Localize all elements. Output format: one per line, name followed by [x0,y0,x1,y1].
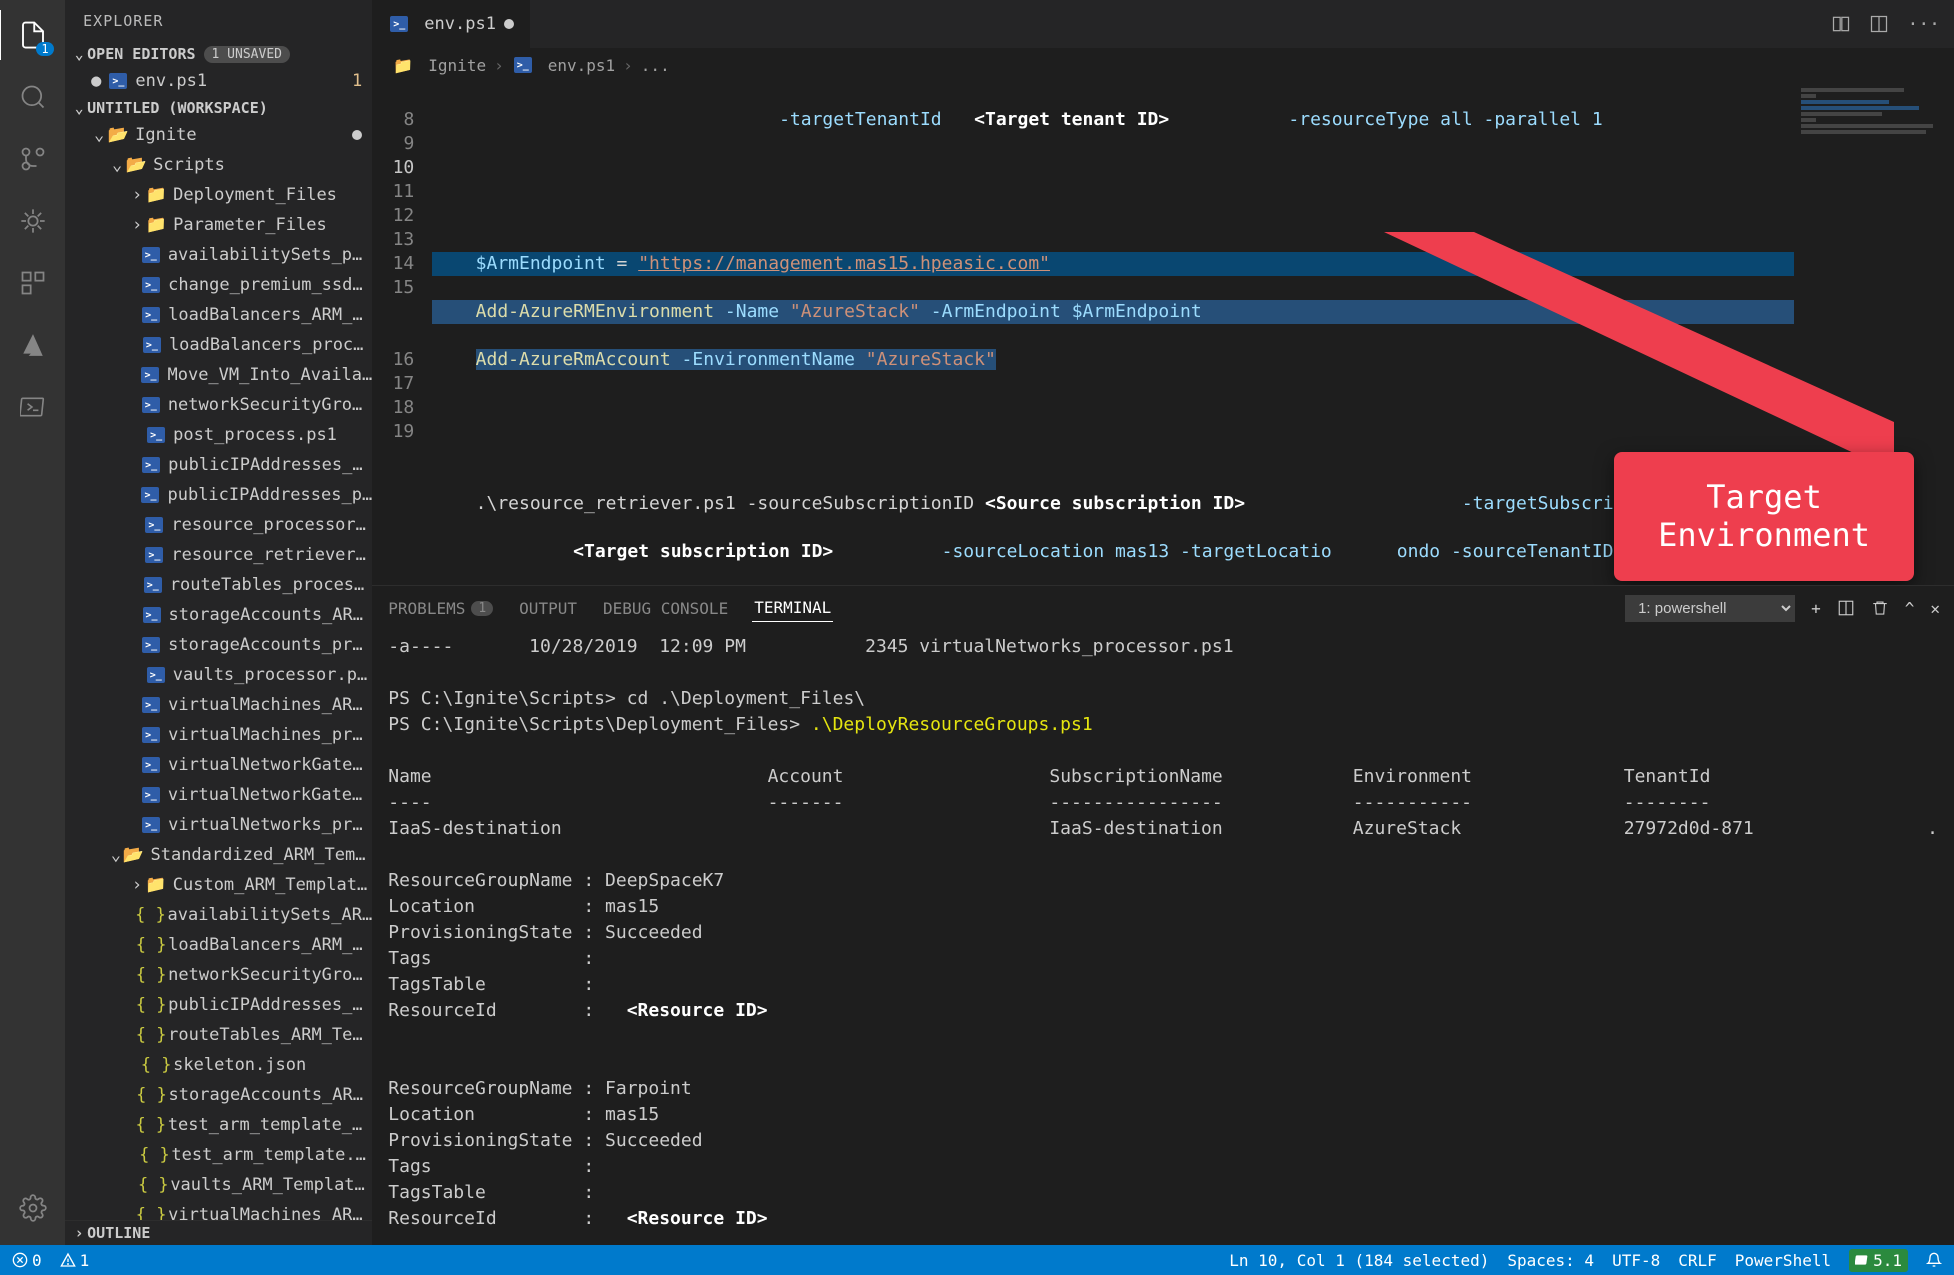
debug-icon[interactable] [8,196,58,246]
file-item[interactable]: >_virtualMachines_processor.ps1 [65,720,372,750]
file-item[interactable]: >_virtualMachines_ARM_Templa... [65,690,372,720]
status-language[interactable]: PowerShell [1735,1251,1831,1270]
more-icon[interactable]: ··· [1907,14,1940,35]
open-editor-file[interactable]: ● >_ env.ps1 1 [65,66,372,96]
extensions-icon[interactable] [8,258,58,308]
file-tree: ⌄📂 Ignite ⌄📂 Scripts ›📁 Deployment_Files… [65,120,372,1220]
modified-indicator [352,130,362,140]
activity-bar: 1 [0,0,65,1245]
code-editor[interactable]: 8910111213141516171819 -targetTenantId <… [372,82,1954,585]
file-item[interactable]: { }vaults_ARM_Template.json [65,1170,372,1200]
file-item[interactable]: >_networkSecurityGroups_proce... [65,390,372,420]
file-item[interactable]: >_loadBalancers_ARM_Template... [65,300,372,330]
maximize-panel-icon[interactable]: ^ [1905,599,1915,618]
tab-bar: >_ env.ps1 ··· [372,0,1954,48]
file-item[interactable]: { }availabilitySets_ARM_Templat... [65,900,372,930]
workspace-header[interactable]: ⌄ UNTITLED (WORKSPACE) [65,96,372,120]
outline-header[interactable]: › OUTLINE [65,1220,372,1245]
file-item[interactable]: { }loadBalancers_ARM_Template... [65,930,372,960]
explorer-title: EXPLORER [65,0,372,42]
file-item[interactable]: >_virtualNetworkGateways_proc... [65,780,372,810]
powershell-activity-icon[interactable] [8,382,58,432]
folder-scripts[interactable]: ⌄📂 Scripts [65,150,372,180]
file-item[interactable]: >_change_premium_ssd_to_stan... [65,270,372,300]
status-ext[interactable]: 5.1 [1849,1249,1908,1272]
file-item[interactable]: >_storageAccounts_processor.ps1 [65,630,372,660]
file-item[interactable]: >_resource_retriever.ps1 [65,540,372,570]
status-notifications-icon[interactable] [1926,1252,1942,1268]
file-item[interactable]: >_storageAccounts_ARM_Templ... [65,600,372,630]
file-item[interactable]: >_publicIPAddresses_processor.... [65,480,372,510]
file-item[interactable]: >_virtualNetworkGateways_ARM... [65,750,372,780]
unsaved-dot-icon [504,19,514,29]
file-item[interactable]: >_post_process.ps1 [65,420,372,450]
file-item[interactable]: { }routeTables_ARM_Template.json [65,1020,372,1050]
status-spaces[interactable]: Spaces: 4 [1507,1251,1594,1270]
search-icon[interactable] [8,72,58,122]
tab-output[interactable]: OUTPUT [517,595,579,622]
file-item[interactable]: >_Move_VM_Into_AvailabilitySet... [65,360,372,390]
folder-custom[interactable]: ›📁 Custom_ARM_Templates [65,870,372,900]
file-item[interactable]: { }test_arm_template.json [65,1140,372,1170]
file-item[interactable]: >_loadBalancers_processor.ps1 [65,330,372,360]
file-item[interactable]: { }storageAccounts_ARM_Templ... [65,1080,372,1110]
explorer-icon[interactable]: 1 [8,10,58,60]
status-errors[interactable]: 0 [12,1251,42,1270]
file-item[interactable]: { }publicIPAddresses_ARM_Temp... [65,990,372,1020]
explorer-badge: 1 [36,42,53,56]
status-encoding[interactable]: UTF-8 [1612,1251,1660,1270]
file-item[interactable]: { }networkSecurityGroups_ARM_... [65,960,372,990]
compare-icon[interactable] [1831,14,1851,34]
open-editors-header[interactable]: ⌄ OPEN EDITORS 1 UNSAVED [65,42,372,66]
file-item[interactable]: >_vaults_processor.ps1 [65,660,372,690]
split-terminal-icon[interactable] [1837,599,1855,617]
azure-icon[interactable] [8,320,58,370]
folder-parameter[interactable]: ›📁 Parameter_Files [65,210,372,240]
file-item[interactable]: >_publicIPAddresses_ARM_Temp... [65,450,372,480]
folder-deployment[interactable]: ›📁 Deployment_Files [65,180,372,210]
file-item[interactable]: >_availabilitySets_processor.ps1 [65,240,372,270]
settings-gear-icon[interactable] [8,1183,58,1233]
panel-tabs: PROBLEMS1 OUTPUT DEBUG CONSOLE TERMINAL … [372,586,1954,630]
status-warnings[interactable]: 1 [60,1251,90,1270]
folder-standardized[interactable]: ⌄📂 Standardized_ARM_Templates [65,840,372,870]
line-gutter: 8910111213141516171819 [372,82,432,585]
callout-box: Target Environment [1614,452,1914,581]
close-panel-icon[interactable]: ✕ [1930,599,1940,618]
explorer-sidebar: EXPLORER ⌄ OPEN EDITORS 1 UNSAVED ● >_ e… [65,0,372,1245]
tab-debug-console[interactable]: DEBUG CONSOLE [601,595,730,622]
file-item[interactable]: { }test_arm_template_parameter... [65,1110,372,1140]
file-item[interactable]: >_virtualNetworks_processor.ps1 [65,810,372,840]
status-eol[interactable]: CRLF [1678,1251,1717,1270]
editor-area: >_ env.ps1 ··· 📁 Ignite › >_ env.ps1 › .… [372,0,1954,1245]
new-terminal-icon[interactable]: + [1811,599,1821,618]
folder-ignite[interactable]: ⌄📂 Ignite [65,120,372,150]
terminal[interactable]: -a---- 10/28/2019 12:09 PM 2345 virtualN… [372,630,1954,1245]
source-control-icon[interactable] [8,134,58,184]
terminal-selector[interactable]: 1: powershell [1625,595,1795,622]
file-item[interactable]: { }virtualMachines_ARM_Templa... [65,1200,372,1220]
breadcrumb[interactable]: 📁 Ignite › >_ env.ps1 › ... [372,48,1954,82]
status-bar: 0 1 Ln 10, Col 1 (184 selected) Spaces: … [0,1245,1954,1275]
kill-terminal-icon[interactable] [1871,599,1889,617]
file-item[interactable]: >_resource_processor.ps1 [65,510,372,540]
file-item[interactable]: >_routeTables_processor.ps1 [65,570,372,600]
status-cursor[interactable]: Ln 10, Col 1 (184 selected) [1229,1251,1489,1270]
split-editor-icon[interactable] [1869,14,1889,34]
tab-problems[interactable]: PROBLEMS1 [386,595,495,622]
bottom-panel: PROBLEMS1 OUTPUT DEBUG CONSOLE TERMINAL … [372,585,1954,1245]
tab-env-ps1[interactable]: >_ env.ps1 [372,0,531,48]
file-item[interactable]: { }skeleton.json [65,1050,372,1080]
code-content[interactable]: -targetTenantId <Target tenant ID> -reso… [432,82,1794,585]
tab-terminal[interactable]: TERMINAL [752,594,833,622]
